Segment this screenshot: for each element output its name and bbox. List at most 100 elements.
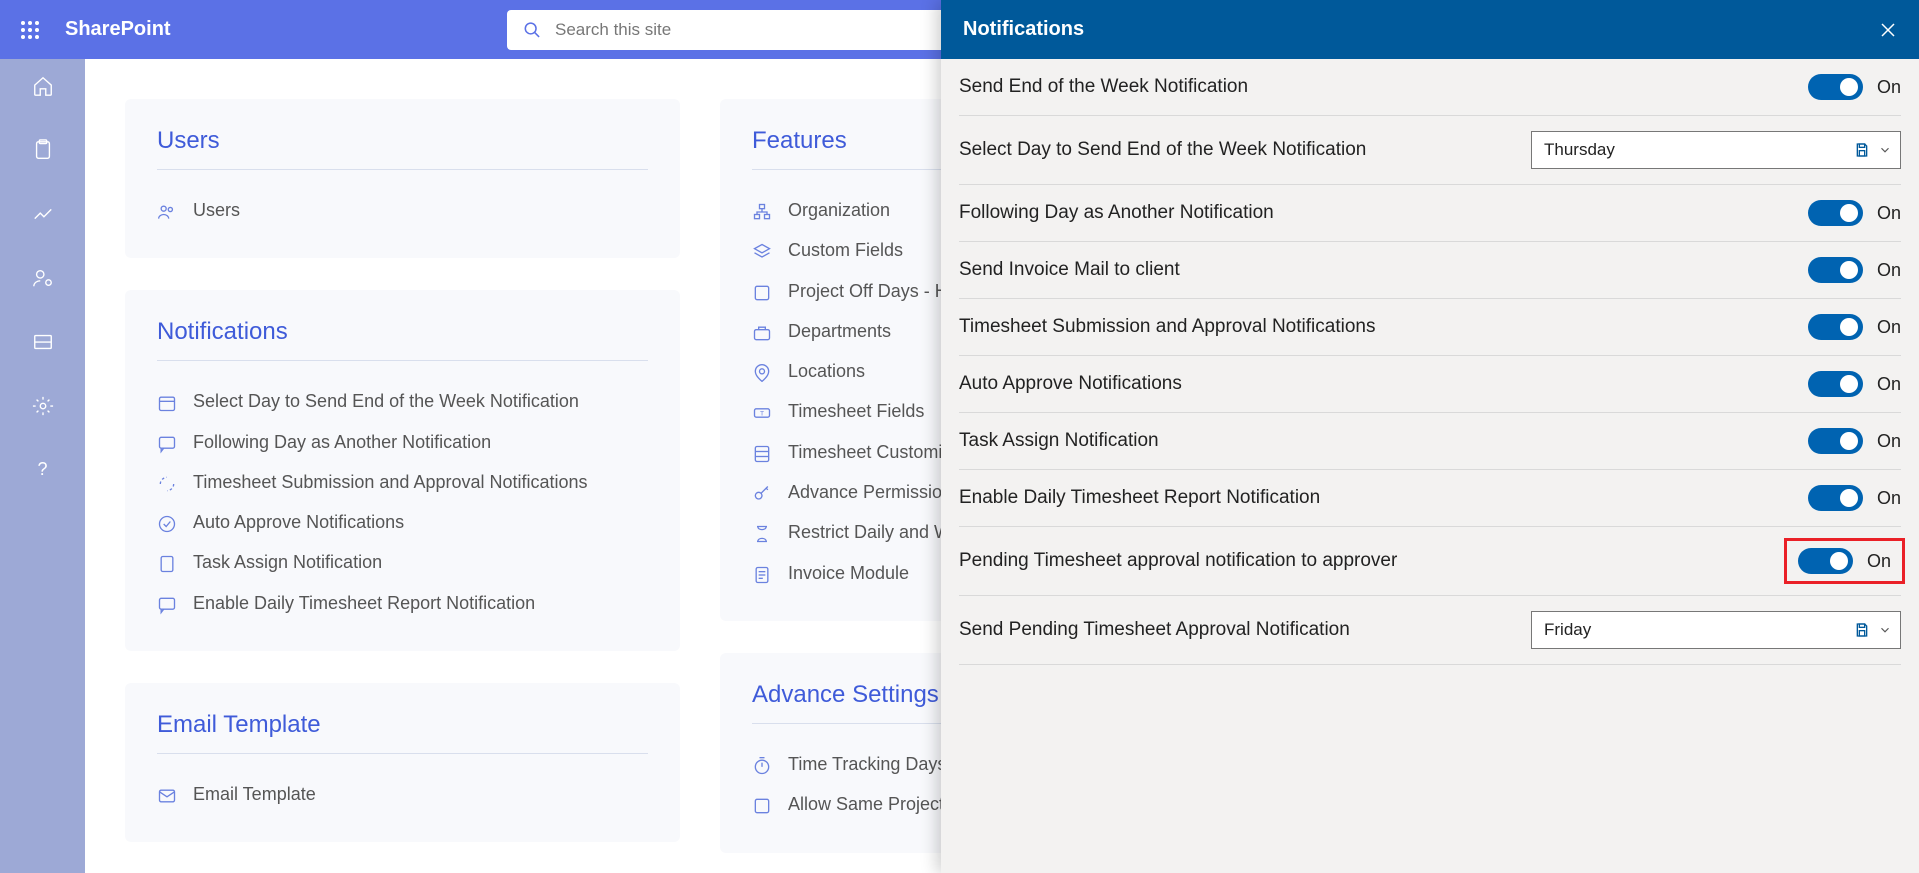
panel-row: Timesheet Submission and Approval Notifi… bbox=[959, 299, 1901, 356]
layers-icon bbox=[752, 242, 772, 262]
key-icon bbox=[752, 484, 772, 504]
panel-row-label: Send Invoice Mail to client bbox=[959, 259, 1180, 281]
layout-icon[interactable] bbox=[32, 331, 54, 353]
save-icon[interactable] bbox=[1854, 622, 1870, 638]
panel-row-control: On bbox=[1808, 74, 1901, 100]
svg-text:T: T bbox=[760, 411, 764, 418]
sync-icon bbox=[157, 474, 177, 494]
panel-row-label: Following Day as Another Notification bbox=[959, 202, 1274, 224]
panel-row-control: On bbox=[1798, 548, 1891, 574]
list-item[interactable]: Timesheet Submission and Approval Notifi… bbox=[157, 462, 648, 502]
list-item[interactable]: Following Day as Another Notification bbox=[157, 422, 648, 462]
panel-title: Notifications bbox=[963, 18, 1084, 41]
panel-row: Task Assign Notification On bbox=[959, 413, 1901, 470]
list-item[interactable]: Auto Approve Notifications bbox=[157, 502, 648, 542]
email-template-card: Email Template Email Template bbox=[125, 683, 680, 842]
text-field-icon: T bbox=[752, 403, 772, 423]
toggle-state: On bbox=[1867, 551, 1891, 572]
card-title: Notifications bbox=[157, 318, 648, 361]
list-item[interactable]: Select Day to Send End of the Week Notif… bbox=[157, 381, 648, 421]
panel-row-control: On bbox=[1808, 200, 1901, 226]
search-input[interactable] bbox=[555, 20, 931, 40]
clipboard-icon bbox=[157, 554, 177, 574]
day-select[interactable]: Friday bbox=[1531, 611, 1901, 649]
toggle-state: On bbox=[1877, 431, 1901, 452]
panel-row: Send Invoice Mail to client On bbox=[959, 242, 1901, 299]
panel-row-control: On bbox=[1808, 314, 1901, 340]
toggle-state: On bbox=[1877, 488, 1901, 509]
panel-row: Send End of the Week Notification On bbox=[959, 59, 1901, 116]
mail-icon bbox=[157, 786, 177, 806]
select-value: Friday bbox=[1544, 620, 1591, 640]
toggle[interactable] bbox=[1798, 548, 1853, 574]
toggle-state: On bbox=[1877, 260, 1901, 281]
users-card: Users Users bbox=[125, 99, 680, 258]
panel-row-label: Task Assign Notification bbox=[959, 430, 1159, 452]
save-icon[interactable] bbox=[1854, 142, 1870, 158]
search-box[interactable] bbox=[507, 10, 947, 50]
panel-row: Following Day as Another Notification On bbox=[959, 185, 1901, 242]
panel-row-control: Thursday bbox=[1531, 131, 1901, 169]
day-select[interactable]: Thursday bbox=[1531, 131, 1901, 169]
toggle[interactable] bbox=[1808, 371, 1863, 397]
toggle-state: On bbox=[1877, 203, 1901, 224]
panel-row: Pending Timesheet approval notification … bbox=[959, 527, 1901, 596]
hourglass-icon bbox=[752, 524, 772, 544]
chat-icon bbox=[157, 434, 177, 454]
user-gear-icon[interactable] bbox=[32, 267, 54, 289]
toggle-state: On bbox=[1877, 77, 1901, 98]
chevron-down-icon[interactable] bbox=[1878, 143, 1892, 157]
list-item[interactable]: Enable Daily Timesheet Report Notificati… bbox=[157, 583, 648, 623]
panel-row-label: Send End of the Week Notification bbox=[959, 76, 1248, 98]
toggle-state: On bbox=[1877, 374, 1901, 395]
panel-header: Notifications bbox=[941, 0, 1919, 59]
close-icon[interactable] bbox=[1879, 21, 1897, 39]
card-title: Users bbox=[157, 127, 648, 170]
panel-row-label: Send Pending Timesheet Approval Notifica… bbox=[959, 619, 1350, 641]
brand-label[interactable]: SharePoint bbox=[59, 18, 189, 41]
check-badge-icon bbox=[157, 514, 177, 534]
toggle[interactable] bbox=[1808, 74, 1863, 100]
toggle-state: On bbox=[1877, 317, 1901, 338]
home-icon[interactable] bbox=[32, 75, 54, 97]
panel-row: Select Day to Send End of the Week Notif… bbox=[959, 116, 1901, 185]
waffle-icon bbox=[20, 20, 40, 40]
timer-icon bbox=[752, 756, 772, 776]
chat-icon bbox=[157, 595, 177, 615]
toggle[interactable] bbox=[1808, 314, 1863, 340]
panel-row-control: On bbox=[1808, 428, 1901, 454]
toggle[interactable] bbox=[1808, 485, 1863, 511]
sheet-icon bbox=[752, 444, 772, 464]
location-icon bbox=[752, 363, 772, 383]
panel-row-control: On bbox=[1808, 371, 1901, 397]
left-sidebar: ? bbox=[0, 59, 85, 873]
chevron-down-icon[interactable] bbox=[1878, 623, 1892, 637]
panel-row-label: Timesheet Submission and Approval Notifi… bbox=[959, 316, 1375, 338]
users-icon bbox=[157, 202, 177, 222]
panel-row-control: Friday bbox=[1531, 611, 1901, 649]
chart-icon[interactable] bbox=[32, 203, 54, 225]
square-icon bbox=[752, 796, 772, 816]
toggle[interactable] bbox=[1808, 200, 1863, 226]
help-icon[interactable]: ? bbox=[37, 459, 47, 480]
list-item[interactable]: Users bbox=[157, 190, 648, 230]
list-item[interactable]: Email Template bbox=[157, 774, 648, 814]
panel-row-control: On bbox=[1808, 485, 1901, 511]
toggle[interactable] bbox=[1808, 257, 1863, 283]
search-icon bbox=[523, 20, 541, 40]
card-title: Email Template bbox=[157, 711, 648, 754]
notifications-panel: Notifications Send End of the Week Notif… bbox=[941, 0, 1919, 873]
panel-row-control: On bbox=[1808, 257, 1901, 283]
panel-row: Enable Daily Timesheet Report Notificati… bbox=[959, 470, 1901, 527]
clipboard-icon[interactable] bbox=[32, 139, 54, 161]
panel-body: Send End of the Week Notification On Selec… bbox=[941, 59, 1919, 873]
panel-row-label: Enable Daily Timesheet Report Notificati… bbox=[959, 487, 1320, 509]
panel-row: Auto Approve NotificationsOn bbox=[959, 356, 1901, 413]
list-item[interactable]: Task Assign Notification bbox=[157, 542, 648, 582]
calendar-icon bbox=[157, 393, 177, 413]
waffle-button[interactable] bbox=[0, 20, 59, 40]
notifications-card: Notifications Select Day to Send End of … bbox=[125, 290, 680, 651]
gear-icon[interactable] bbox=[32, 395, 54, 417]
toggle[interactable] bbox=[1808, 428, 1863, 454]
square-icon bbox=[752, 283, 772, 303]
